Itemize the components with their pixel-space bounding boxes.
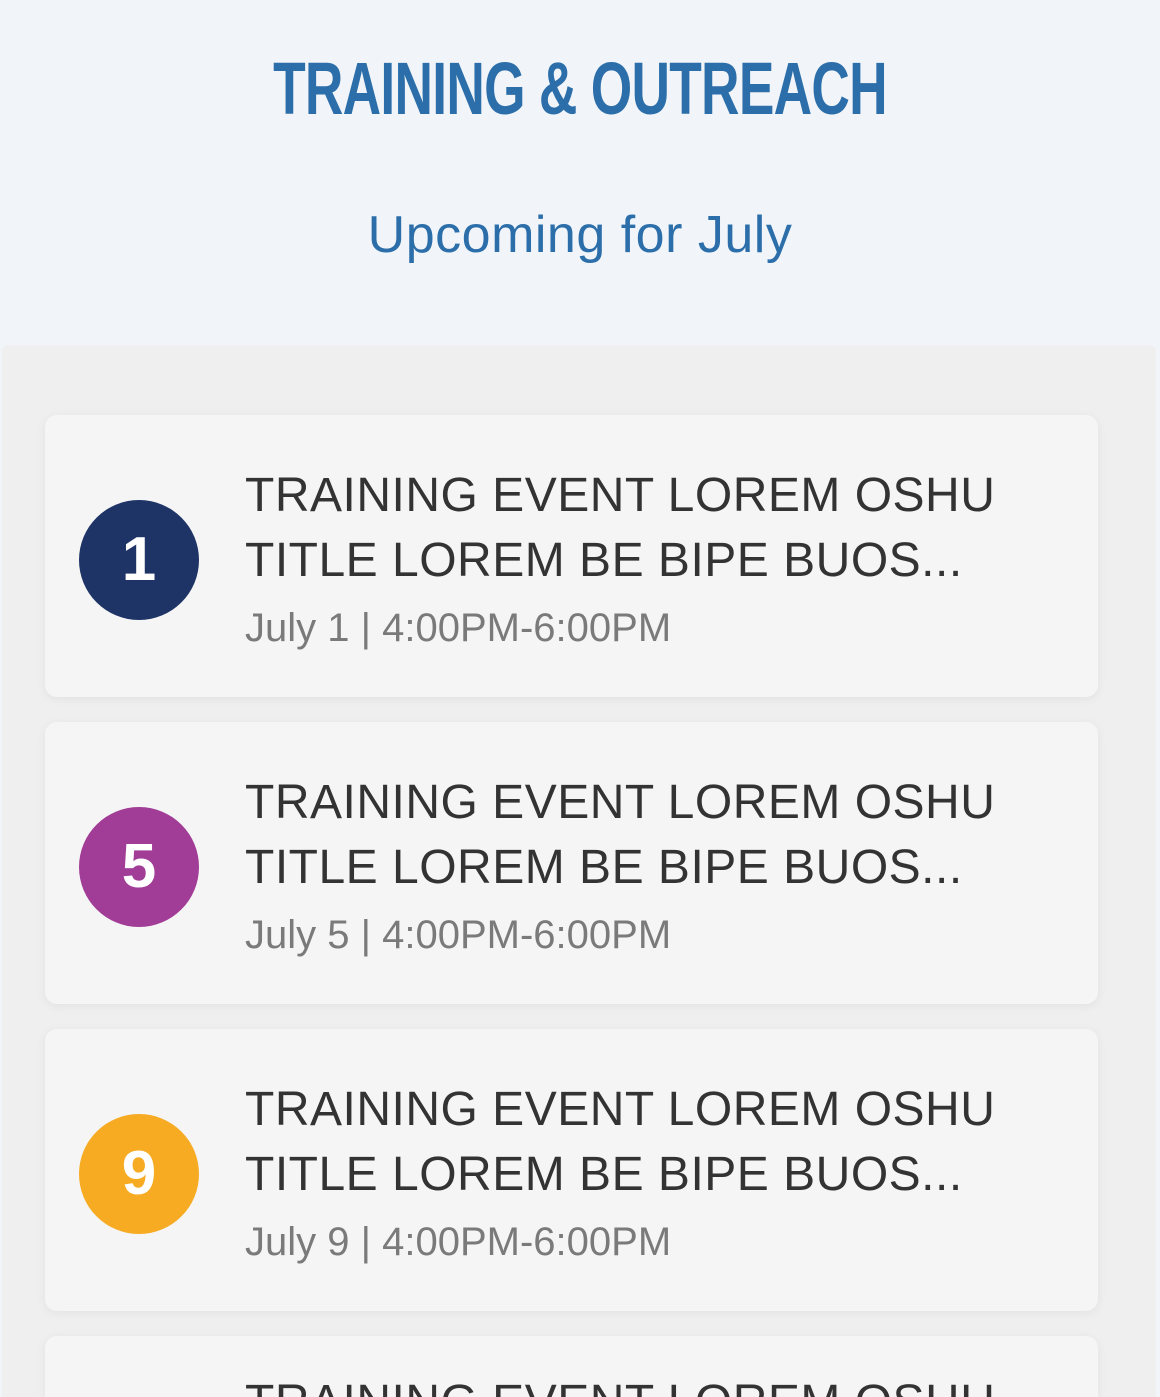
event-card[interactable]: 9 TRAINING EVENT LOREM OSHU TITLE LOREM … [45,1029,1098,1311]
event-title: TRAINING EVENT LOREM OSHU TITLE LOREM BE… [245,469,996,587]
event-date-time: July 9 | 4:00PM-6:00PM [245,1220,672,1264]
events-panel: 1 TRAINING EVENT LOREM OSHU TITLE LOREM … [2,345,1156,1397]
event-day-badge: 5 [79,807,199,927]
event-card[interactable]: TRAINING EVENT LOREM OSHU [45,1336,1098,1397]
event-card[interactable]: 1 TRAINING EVENT LOREM OSHU TITLE LOREM … [45,415,1098,697]
page-header: TRAINING & OUTREACH Upcoming for July [0,0,1160,345]
page-title: TRAINING & OUTREACH [273,47,888,130]
event-title: TRAINING EVENT LOREM OSHU [245,1370,1065,1397]
event-day-badge: 1 [79,500,199,620]
page-subtitle: Upcoming for July [367,206,793,264]
event-card[interactable]: 5 TRAINING EVENT LOREM OSHU TITLE LOREM … [45,722,1098,1004]
event-date-time: July 5 | 4:00PM-6:00PM [245,913,672,957]
event-title: TRAINING EVENT LOREM OSHU TITLE LOREM BE… [245,776,996,894]
event-title: TRAINING EVENT LOREM OSHU TITLE LOREM BE… [245,1083,996,1201]
event-date-time: July 1 | 4:00PM-6:00PM [245,606,672,650]
event-day-badge: 9 [79,1114,199,1234]
